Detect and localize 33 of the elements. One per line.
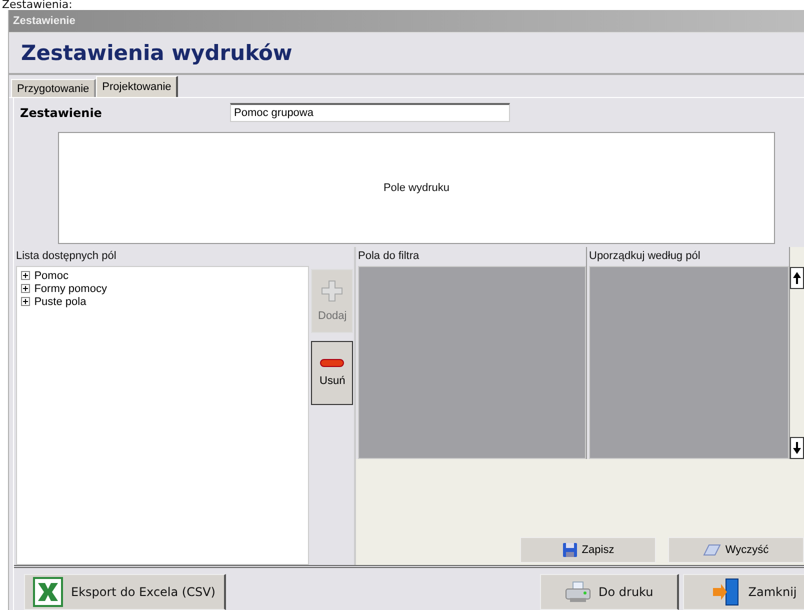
page-heading: Zestawienia wydruków xyxy=(21,41,292,65)
down-arrow-icon xyxy=(792,440,802,455)
plus-icon xyxy=(321,280,344,302)
expand-icon[interactable] xyxy=(21,284,30,294)
clear-button[interactable]: Wyczyść xyxy=(668,537,804,564)
tree-item[interactable]: Pomoc xyxy=(32,270,68,282)
expand-icon[interactable] xyxy=(21,271,30,280)
window-title: Zestawienie xyxy=(13,15,76,27)
spreadsheet-icon xyxy=(33,577,63,607)
print-button[interactable]: Do druku xyxy=(540,574,680,610)
remove-button[interactable]: Usuń xyxy=(311,340,354,405)
report-name-field[interactable]: Pomoc grupowa xyxy=(230,103,510,122)
close-button[interactable]: Zamknij xyxy=(683,574,804,610)
tree-item[interactable]: Puste pola xyxy=(32,296,86,308)
panel-label: Lista dostępnych pól xyxy=(16,250,116,262)
caption-text: Zestawienia: xyxy=(1,0,74,10)
panel-label: Uporządkuj według pól xyxy=(589,250,700,262)
field-label: Zestawienie xyxy=(20,106,103,120)
expand-icon[interactable] xyxy=(21,297,30,306)
print-area-label: Pole wydruku xyxy=(383,182,450,194)
panel-label: Pola do filtra xyxy=(358,250,420,262)
move-down-button[interactable] xyxy=(790,436,804,459)
exit-door-icon xyxy=(712,578,740,606)
export-button[interactable]: Eksport do Excela (CSV) xyxy=(24,574,226,610)
tab[interactable]: Projektowanie xyxy=(96,76,178,97)
eraser-icon xyxy=(703,544,722,556)
move-up-button[interactable] xyxy=(790,266,804,289)
up-arrow-icon xyxy=(792,270,802,285)
minus-icon xyxy=(320,358,344,367)
tab[interactable]: Przygotowanie xyxy=(11,79,96,97)
tree-item[interactable]: Formy pomocy xyxy=(32,282,107,295)
printer-icon xyxy=(564,581,590,603)
save-button[interactable]: Zapisz xyxy=(520,537,656,564)
